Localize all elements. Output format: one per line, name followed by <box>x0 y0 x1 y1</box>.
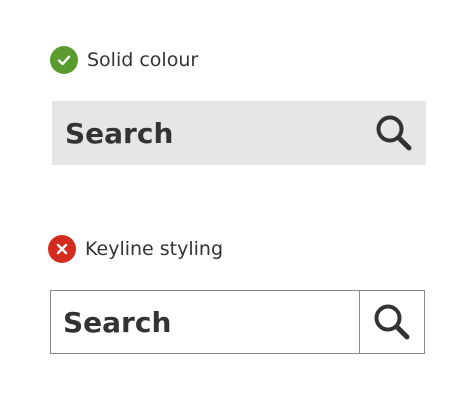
bad-example-label: Keyline styling <box>48 234 223 264</box>
check-icon <box>50 46 78 74</box>
cross-icon <box>48 235 76 263</box>
search-icon <box>374 304 410 340</box>
search-input-text[interactable]: Search <box>63 291 171 353</box>
search-icon <box>376 115 412 151</box>
search-input-text[interactable]: Search <box>65 101 173 165</box>
search-bar-solid[interactable]: Search <box>52 101 426 165</box>
good-example-label: Solid colour <box>50 45 198 75</box>
good-example-label-text: Solid colour <box>87 49 199 71</box>
search-button[interactable] <box>362 101 426 165</box>
search-bar-keyline[interactable]: Search <box>50 290 425 354</box>
bad-example-label-text: Keyline styling <box>85 238 224 260</box>
search-button[interactable] <box>359 291 424 353</box>
